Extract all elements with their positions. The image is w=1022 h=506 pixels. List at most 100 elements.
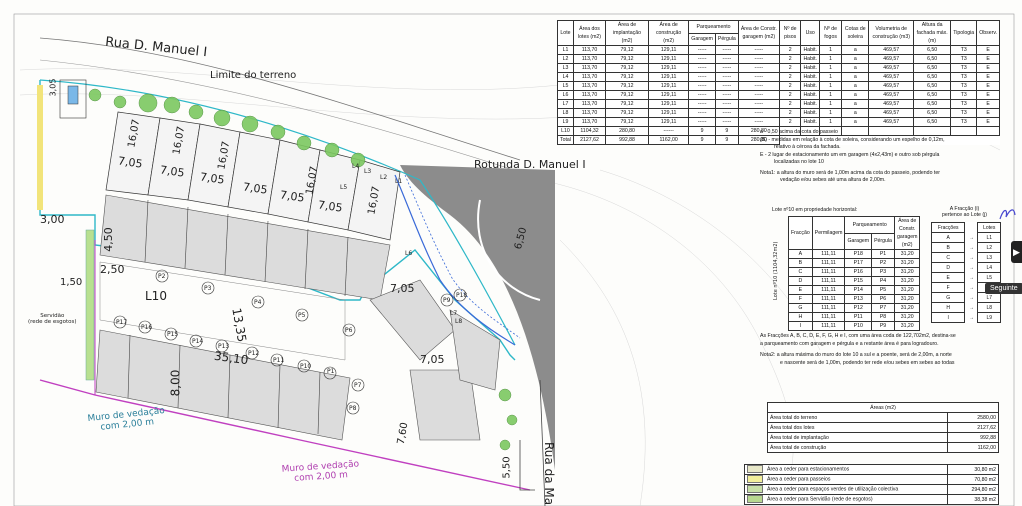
table-row: D 111,11 P15 P4 31,20 — [788, 276, 921, 286]
table-cell: 111,11 — [811, 321, 846, 331]
table-cell: ----- — [714, 108, 739, 118]
table-row: L3 113,70 79,12 129,11 ----- ----- ----- 2 Habit… — [557, 63, 1000, 73]
legend-swatch — [747, 465, 763, 474]
ceder-label-cell: Área a ceder para espaços verdes de util… — [744, 484, 948, 495]
lote-cell: L2 — [977, 242, 1001, 253]
table-row: Área total de implantação 992,88 — [767, 432, 999, 443]
lote-cell: L5 — [977, 272, 1001, 283]
table-cell: Habit. — [800, 81, 820, 91]
table-row: E → L5 — [930, 272, 1001, 283]
table-cell: 9 — [714, 126, 739, 136]
table-cell: T3 — [950, 117, 978, 127]
th-lote: Lote — [557, 20, 574, 46]
table-cell: 469,57 — [868, 63, 914, 73]
th-uso: Uso — [800, 20, 820, 46]
fraccao-cell: H — [930, 302, 966, 313]
table-cell: L2 — [557, 54, 574, 64]
table-row: D → L4 — [930, 262, 1001, 273]
parking-label: P2 — [158, 273, 166, 280]
table-cell: 129,11 — [647, 45, 690, 55]
table-cell: a — [841, 45, 870, 55]
table-cell: 6,50 — [912, 63, 952, 73]
table-cell: ----- — [688, 90, 716, 100]
table-cell: 111,11 — [811, 312, 846, 322]
table-row: H → L8 — [930, 302, 1001, 313]
ceder-label-cell: Área a ceder para Servidão (rede de esgo… — [744, 494, 948, 505]
lote-cell: L3 — [977, 252, 1001, 263]
area-value: 1162,00 — [947, 442, 999, 453]
table-cell: 6,50 — [912, 117, 952, 127]
lote-cell: L8 — [977, 302, 1001, 313]
table-cell: E — [976, 108, 1000, 118]
table-cell: Habit. — [800, 63, 820, 73]
table-cell: ----- — [714, 90, 739, 100]
table-cell: 79,12 — [605, 54, 649, 64]
table-cell: C — [788, 267, 813, 277]
table-row: G 111,11 P12 P7 31,20 — [788, 303, 921, 313]
table-cell: 129,11 — [647, 72, 690, 82]
fraccao-table: Fracções Lotes A→L1B→L2C→L3D→L4E→L5F→L6G… — [930, 222, 1001, 323]
table-cell: 1 — [818, 99, 843, 109]
table-cell: P7 — [871, 303, 895, 313]
table-cell: ----- — [714, 99, 739, 109]
table-cell: 113,70 — [572, 117, 607, 127]
parking-label: P5 — [298, 312, 306, 319]
arrow-right-icon: → — [968, 294, 974, 301]
table-cell: 113,70 — [572, 90, 607, 100]
table-cell: L10 — [557, 126, 574, 136]
table-cell: ----- — [737, 99, 780, 109]
th-area-garagem: Área de Constr. garagem (m2) — [737, 20, 780, 46]
table-row: E 111,11 P14 P5 31,20 — [788, 285, 921, 295]
table-cell: P13 — [844, 294, 873, 304]
area-label: Área total do terreno — [767, 412, 948, 423]
lote-cell: L9 — [977, 312, 1001, 323]
table-cell: P15 — [844, 276, 873, 286]
table-cell: 79,12 — [605, 45, 649, 55]
note-line: Nota2: a altura máxima do muro do lote 1… — [760, 352, 952, 358]
parking-label: P10 — [300, 363, 312, 370]
dim-label: 2,50 — [100, 263, 125, 276]
parking-label: P8 — [349, 405, 357, 412]
area-value: 2127,62 — [947, 422, 999, 433]
note-line: E - 2 lugar de estacionamento um em gara… — [760, 151, 940, 158]
table-cell: 79,12 — [605, 90, 649, 100]
th-pergula: Pérgula — [871, 232, 895, 250]
next-tooltip: Seguinte — [985, 283, 1022, 294]
fraccao-cell: D — [930, 262, 966, 273]
th-fogos: Nº de fogos — [818, 20, 843, 46]
table-cell: 113,70 — [572, 81, 607, 91]
table-cell: 2 — [778, 54, 802, 64]
servidao-label: Servidão (rede de esgotos) — [28, 313, 77, 325]
table-cell: 111,11 — [811, 267, 846, 277]
table-cell: ----- — [688, 99, 716, 109]
dim-label: 4,50 — [101, 227, 115, 252]
table-cell: ----- — [688, 54, 716, 64]
table-cell: B — [788, 258, 813, 268]
lote-cell: L4 — [977, 262, 1001, 273]
table-cell: T3 — [950, 45, 978, 55]
next-page-button[interactable]: ▶ — [1011, 241, 1022, 263]
th-area-garagem: Área de Constr. garagem (m2) — [893, 216, 921, 250]
th-observ: Observ. — [976, 20, 1000, 46]
table-cell: 79,12 — [605, 63, 649, 73]
table-cell: T3 — [950, 90, 978, 100]
table-cell: 469,57 — [868, 54, 914, 64]
table-cell: 113,70 — [572, 108, 607, 118]
table-cell: L7 — [557, 99, 574, 109]
table-cell: 31,20 — [893, 285, 921, 295]
table-cell: 31,20 — [893, 303, 921, 313]
table-cell: 113,70 — [572, 63, 607, 73]
note-line: (B) - medidas em relação à cota de solei… — [760, 136, 945, 143]
table-cell: 111,11 — [811, 285, 846, 295]
table-cell: 1 — [818, 72, 843, 82]
th-lotes: Lotes — [977, 222, 1001, 233]
parking-label: P1 — [327, 368, 335, 375]
table-cell: E — [788, 285, 813, 295]
note-line: e nascente será de 1,00m, podendo ter re… — [780, 359, 955, 366]
table-cell: 2 — [778, 108, 802, 118]
table-row: H 111,11 P11 P8 31,20 — [788, 312, 921, 322]
table-cell: P12 — [844, 303, 873, 313]
area-label: Área total de implantação — [767, 432, 948, 443]
th-fraccoes: Fracções — [930, 222, 966, 233]
table-cell: T3 — [950, 99, 978, 109]
